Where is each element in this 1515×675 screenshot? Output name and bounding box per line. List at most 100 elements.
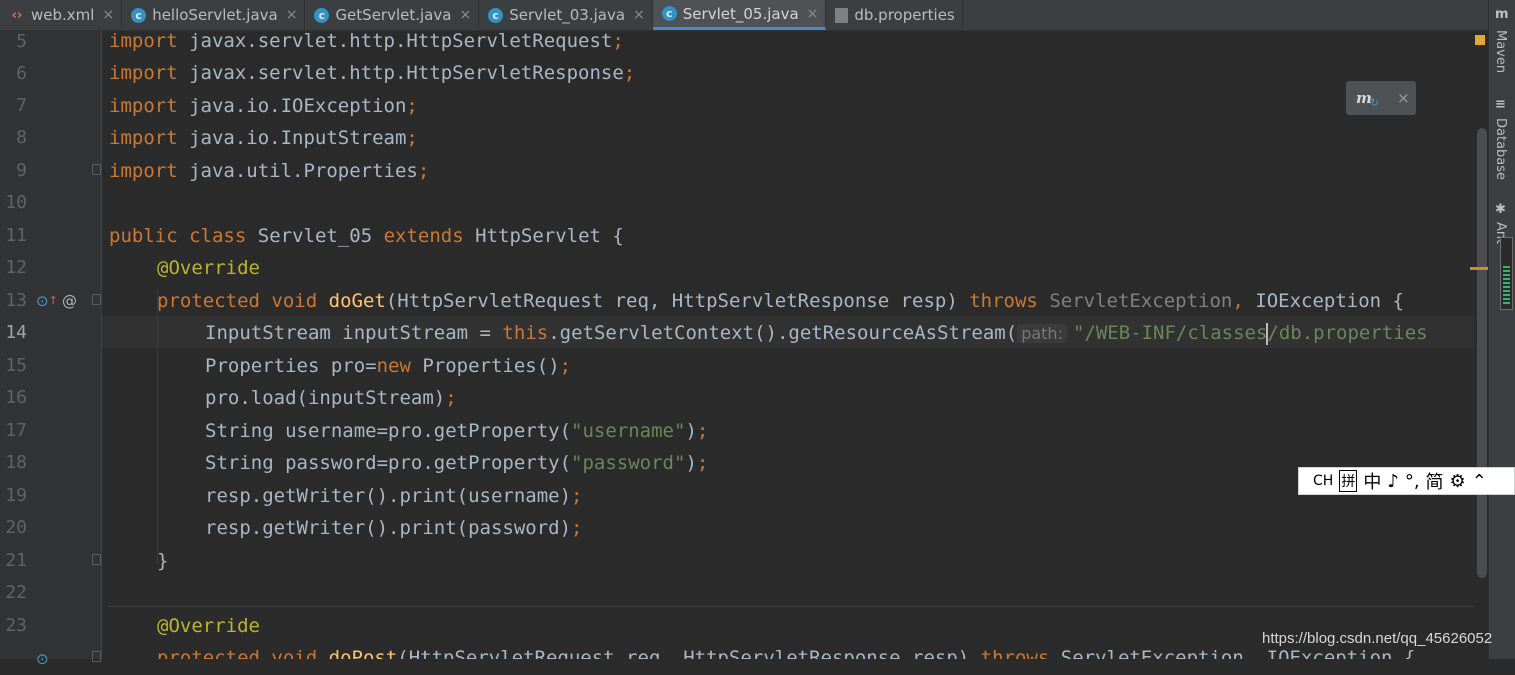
tab-helloservlet-java[interactable]: c helloServlet.java × [122, 0, 306, 30]
java-class-icon: c [488, 7, 504, 23]
code-line-21: } [157, 545, 168, 577]
code-line-6: import javax.servlet.http.HttpServletRes… [109, 57, 635, 89]
semicolon: ; [696, 420, 709, 442]
refresh-icon: ↻ [1369, 95, 1380, 109]
string-literal: /db.properties [1267, 322, 1428, 344]
editor-gutter: 5 6 7 8 9 10 11 12 13 14 15 16 17 18 19 … [0, 31, 102, 668]
fold-marker[interactable] [92, 651, 101, 662]
brace: { [612, 225, 624, 247]
code-text: Properties pro= [205, 355, 377, 377]
meter-bar [1503, 302, 1510, 304]
code-line-8: import java.io.InputStream; [109, 122, 418, 154]
fold-marker[interactable] [92, 294, 101, 305]
code-line-13: protected void doGet(HttpServletRequest … [157, 285, 1404, 317]
close-icon[interactable]: × [459, 7, 471, 23]
ime-simplified-icon[interactable]: 简 [1426, 468, 1444, 494]
memory-indicator[interactable] [1500, 237, 1513, 310]
keyword: public [109, 225, 178, 247]
ime-punctuation-icon[interactable]: °, [1405, 471, 1420, 492]
ime-halfwidth-icon[interactable]: ♪ [1387, 471, 1399, 492]
usage-marker[interactable] [1470, 267, 1488, 270]
tab-label: db.properties [854, 6, 955, 24]
fold-marker[interactable] [92, 164, 101, 175]
code-text: java.util.Properties [177, 160, 418, 182]
keyword: void [271, 290, 318, 312]
close-icon[interactable]: × [807, 6, 819, 22]
ant-icon: ✱ [1495, 202, 1506, 217]
override-method-icon[interactable]: ⊙ [36, 643, 49, 675]
maven-reload-popup: m ↻ × [1346, 81, 1416, 115]
code-text: java.io.IOException [177, 95, 407, 117]
semicolon: ; [445, 387, 457, 409]
tab-label: Servlet_03.java [509, 6, 626, 24]
close-icon[interactable]: × [102, 7, 114, 23]
indent-guide [157, 289, 158, 564]
method-separator [108, 606, 1488, 607]
string-literal: "/WEB-INF/classes [1072, 322, 1268, 344]
xml-file-icon: ‹› [11, 7, 23, 23]
vertical-scrollbar[interactable] [1477, 128, 1487, 578]
base-class: HttpServlet [475, 225, 601, 247]
ime-chinese-mode[interactable]: 中 [1363, 468, 1381, 494]
semicolon: ; [417, 160, 430, 182]
keyword: import [109, 95, 178, 117]
code-line-9: import java.util.Properties; [109, 155, 429, 187]
line-number: 11 [5, 225, 27, 246]
fold-marker[interactable] [92, 554, 101, 565]
keyword: protected [157, 647, 260, 659]
exception-type: ServletException, IOException { [1049, 647, 1416, 659]
code-line-12: @Override [157, 252, 260, 284]
line-number: 18 [5, 452, 27, 473]
endpoint-annotation-icon[interactable]: @ [62, 285, 77, 317]
tab-getservlet-java[interactable]: c GetServlet.java × [305, 0, 480, 30]
code-text: Properties() [410, 355, 560, 377]
line-number: 6 [16, 63, 27, 84]
method-name: doPost [328, 647, 398, 659]
code-text: String password=pro.getProperty( [205, 452, 572, 474]
close-icon[interactable]: × [286, 7, 298, 23]
close-icon[interactable]: × [1397, 89, 1410, 107]
semicolon: ; [612, 31, 624, 52]
meter-bar [1503, 290, 1510, 292]
code-line-20: resp.getWriter().print(password); [205, 512, 583, 544]
line-number: 5 [16, 31, 27, 52]
ime-language-toggle[interactable]: CH [1313, 473, 1333, 489]
warning-marker[interactable] [1475, 35, 1485, 45]
meter-bar [1503, 278, 1510, 280]
ime-toolbar: CH 拼 中 ♪ °, 简 ⚙ ⌃ [1298, 467, 1515, 495]
line-number: 10 [5, 192, 27, 213]
line-number: 19 [5, 485, 27, 506]
code-line-23: @Override [157, 610, 260, 642]
line-number: 21 [5, 550, 27, 571]
ime-pinyin-icon[interactable]: 拼 [1339, 470, 1358, 492]
keyword: import [109, 31, 178, 52]
code-text: javax.servlet.http.HttpServletRequest [177, 31, 613, 52]
semicolon: ; [696, 452, 709, 474]
override-method-icon[interactable]: ⊙↑ [36, 285, 58, 317]
tab-label: web.xml [31, 6, 95, 24]
tab-db-properties[interactable]: db.properties [826, 0, 963, 30]
class-name: Servlet_05 [257, 225, 373, 247]
method-name: doGet [328, 290, 386, 312]
code-text: pro.load(inputStream) [205, 387, 446, 409]
code-text: javax.servlet.http.HttpServletResponse [177, 62, 624, 84]
ime-settings-icon[interactable]: ⚙ [1450, 471, 1466, 492]
closing-brace: } [157, 550, 169, 572]
keyword: void [271, 647, 318, 659]
code-line-5: import javax.servlet.http.HttpServletReq… [109, 31, 624, 57]
meter-bar [1503, 274, 1510, 276]
line-number: 23 [5, 615, 27, 636]
right-tool-window-bar: m Maven ≡ Database ✱ Ant [1488, 0, 1515, 659]
exception-type: IOException { [1243, 290, 1404, 312]
code-line-18: String password=pro.getProperty("passwor… [205, 447, 708, 479]
tab-servlet-05-java[interactable]: c Servlet_05.java × [652, 0, 827, 30]
keyword: import [109, 62, 178, 84]
keyword: extends [383, 225, 464, 247]
close-icon[interactable]: × [633, 7, 645, 23]
semicolon: ; [406, 95, 418, 117]
code-editor[interactable]: import javax.servlet.http.HttpServletReq… [102, 31, 1488, 659]
code-line-15: Properties pro=new Properties(); [205, 350, 571, 382]
editor-tab-bar: ‹› web.xml × c helloServlet.java × c Get… [0, 0, 1488, 31]
ime-collapse-icon[interactable]: ⌃ [1472, 471, 1487, 492]
tab-servlet-03-java[interactable]: c Servlet_03.java × [479, 0, 653, 30]
